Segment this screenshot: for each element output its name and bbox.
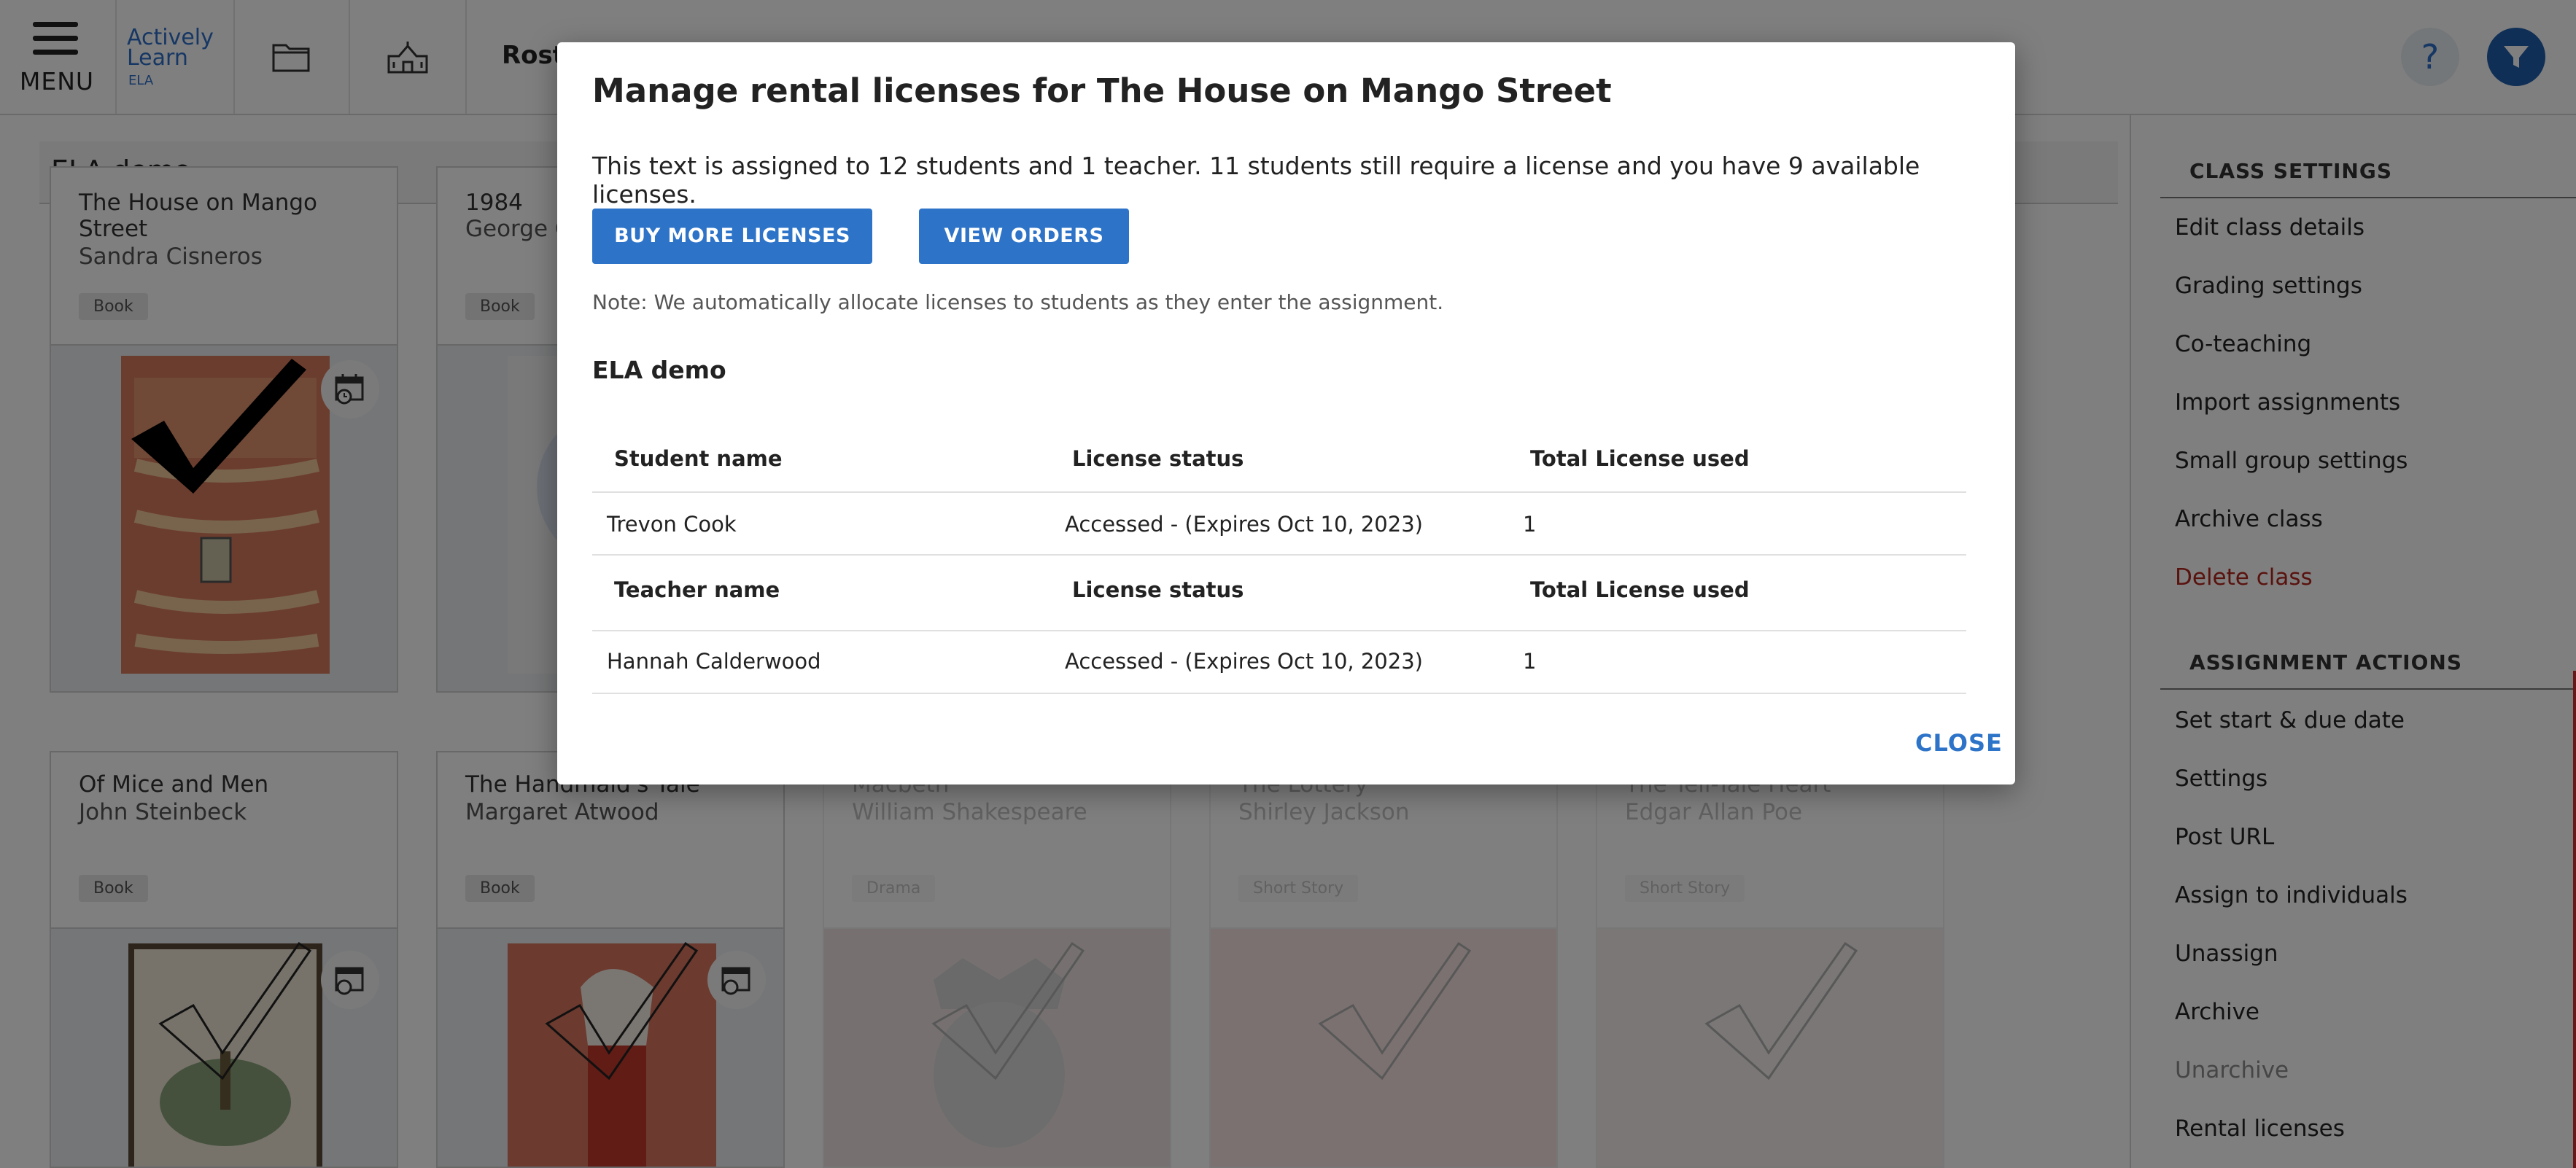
dialog-title: Manage rental licenses for The House on … <box>592 71 1612 110</box>
view-orders-button[interactable]: VIEW ORDERS <box>919 209 1129 264</box>
license-count: 1 <box>1523 649 1537 674</box>
column-header: Student name <box>614 446 783 471</box>
teacher-name: Hannah Calderwood <box>607 649 821 674</box>
student-header-row: Student name License status Total Licens… <box>592 421 1966 493</box>
column-header: Total License used <box>1530 446 1750 471</box>
rental-licenses-dialog: Manage rental licenses for The House on … <box>557 42 2015 784</box>
table-row: Hannah Calderwood Accessed - (Expires Oc… <box>592 631 1966 694</box>
column-header: Teacher name <box>614 577 780 602</box>
license-summary: This text is assigned to 12 students and… <box>592 152 1920 209</box>
teacher-header-row: Teacher name License status Total Licens… <box>592 556 1966 631</box>
allocation-note: Note: We automatically allocate licenses… <box>592 290 1444 314</box>
class-name-heading: ELA demo <box>592 356 726 384</box>
table-row: Trevon Cook Accessed - (Expires Oct 10, … <box>592 493 1966 556</box>
license-status: Accessed - (Expires Oct 10, 2023) <box>1065 649 1423 674</box>
license-status: Accessed - (Expires Oct 10, 2023) <box>1065 512 1423 537</box>
student-name: Trevon Cook <box>607 512 737 537</box>
column-header: Total License used <box>1530 577 1750 602</box>
column-header: License status <box>1072 577 1244 602</box>
close-button[interactable]: CLOSE <box>1915 729 2003 757</box>
license-count: 1 <box>1523 512 1537 537</box>
buy-more-licenses-button[interactable]: BUY MORE LICENSES <box>592 209 872 264</box>
column-header: License status <box>1072 446 1244 471</box>
